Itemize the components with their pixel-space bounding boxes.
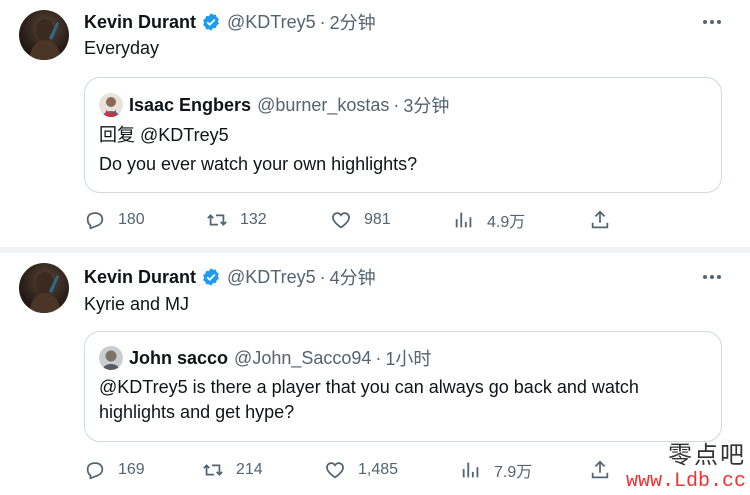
tweet-text: Everyday xyxy=(84,38,160,58)
more-options-icon[interactable] xyxy=(700,265,724,289)
quote-avatar xyxy=(99,346,123,370)
quote-reply-to: 回复 @KDTrey5 xyxy=(99,125,229,145)
tweet-1[interactable]: Kevin Durant @KDTrey5 · 2分钟 Everyday Isa… xyxy=(0,0,750,247)
quote-timestamp: 1小时 xyxy=(385,349,432,369)
quote-text-line-2: highlights and get hype? xyxy=(99,402,295,422)
tweet-actions: 169 214 1,485 7.9万 xyxy=(84,457,624,483)
quote-avatar xyxy=(99,93,123,117)
quote-author-name: Isaac Engbers xyxy=(129,94,252,115)
quote-header: Isaac Engbers @burner_kostas · 3分钟 xyxy=(99,93,449,117)
avatar[interactable] xyxy=(19,263,69,313)
retweet-count: 214 xyxy=(236,461,263,478)
quote-separator: · xyxy=(393,94,400,115)
tweet-actions: 180 132 981 4.9万 xyxy=(84,207,624,233)
heart-icon xyxy=(326,462,344,479)
timestamp[interactable]: 2分钟 xyxy=(330,9,376,35)
avatar-photo-icon xyxy=(29,272,61,313)
views-button[interactable]: 4.9万 xyxy=(453,207,525,233)
quote-author-name: John sacco xyxy=(129,347,229,368)
reply-count: 169 xyxy=(118,461,145,478)
view-count: 4.9万 xyxy=(487,214,526,231)
separator: · xyxy=(319,11,326,32)
like-button[interactable]: 1,485 xyxy=(324,457,398,483)
author-handle[interactable]: @KDTrey5 xyxy=(227,12,316,33)
like-count: 1,485 xyxy=(358,461,399,478)
avatar-photo-icon xyxy=(29,19,61,60)
reply-icon xyxy=(86,462,104,480)
author-name[interactable]: Kevin Durant xyxy=(84,267,196,288)
author-name[interactable]: Kevin Durant xyxy=(84,12,196,33)
reply-count: 180 xyxy=(118,211,145,228)
more-options-icon[interactable] xyxy=(700,10,724,34)
views-button[interactable]: 7.9万 xyxy=(460,457,532,483)
quote-author-handle: @John_Sacco94 xyxy=(234,347,372,368)
reply-icon xyxy=(86,212,104,230)
share-button[interactable] xyxy=(589,207,623,233)
reply-button[interactable]: 180 xyxy=(84,207,145,233)
like-count: 981 xyxy=(364,211,391,228)
quote-separator: · xyxy=(375,347,382,368)
tweet-header: Kevin Durant @KDTrey5 · 4分钟 xyxy=(84,265,376,289)
quote-text-line-1: @KDTrey5 is there a player that you can … xyxy=(99,377,639,397)
retweet-button[interactable]: 132 xyxy=(206,207,267,233)
quote-timestamp: 3分钟 xyxy=(403,96,450,116)
separator: · xyxy=(319,266,326,287)
share-icon xyxy=(591,210,609,229)
watermark: 零点吧 www.Ldb.cc xyxy=(626,435,746,493)
view-count: 7.9万 xyxy=(494,464,533,481)
quote-header: John sacco @John_Sacco94 · 1小时 xyxy=(99,346,431,370)
tweet-header: Kevin Durant @KDTrey5 · 2分钟 xyxy=(84,10,376,34)
quoted-tweet[interactable]: Isaac Engbers @burner_kostas · 3分钟 回复 @K… xyxy=(84,77,722,193)
avatar[interactable] xyxy=(19,10,69,60)
analytics-icon xyxy=(462,462,479,478)
reply-button[interactable]: 169 xyxy=(84,457,145,483)
quote-avatar-icon xyxy=(99,93,123,117)
like-button[interactable]: 981 xyxy=(330,207,391,233)
heart-icon xyxy=(332,212,350,229)
retweet-icon xyxy=(203,464,223,476)
verified-badge-icon xyxy=(203,13,219,31)
retweet-icon xyxy=(207,214,227,226)
watermark-title: 零点吧 xyxy=(668,441,746,469)
quoted-tweet[interactable]: John sacco @John_Sacco94 · 1小时 @KDTrey5 … xyxy=(84,331,722,442)
share-button[interactable] xyxy=(589,457,623,483)
watermark-url: www.Ldb.cc xyxy=(625,470,746,493)
retweet-count: 132 xyxy=(240,211,267,228)
timestamp[interactable]: 4分钟 xyxy=(330,264,376,290)
verified-badge-icon xyxy=(203,268,219,286)
quote-text: Do you ever watch your own highlights? xyxy=(99,154,418,174)
tweet-text: Kyrie and MJ xyxy=(84,294,190,314)
quote-author-handle: @burner_kostas xyxy=(257,94,390,115)
share-icon xyxy=(591,460,609,479)
analytics-icon xyxy=(455,212,472,228)
retweet-button[interactable]: 214 xyxy=(202,457,263,483)
author-handle[interactable]: @KDTrey5 xyxy=(227,267,316,288)
quote-avatar-icon xyxy=(99,346,123,370)
